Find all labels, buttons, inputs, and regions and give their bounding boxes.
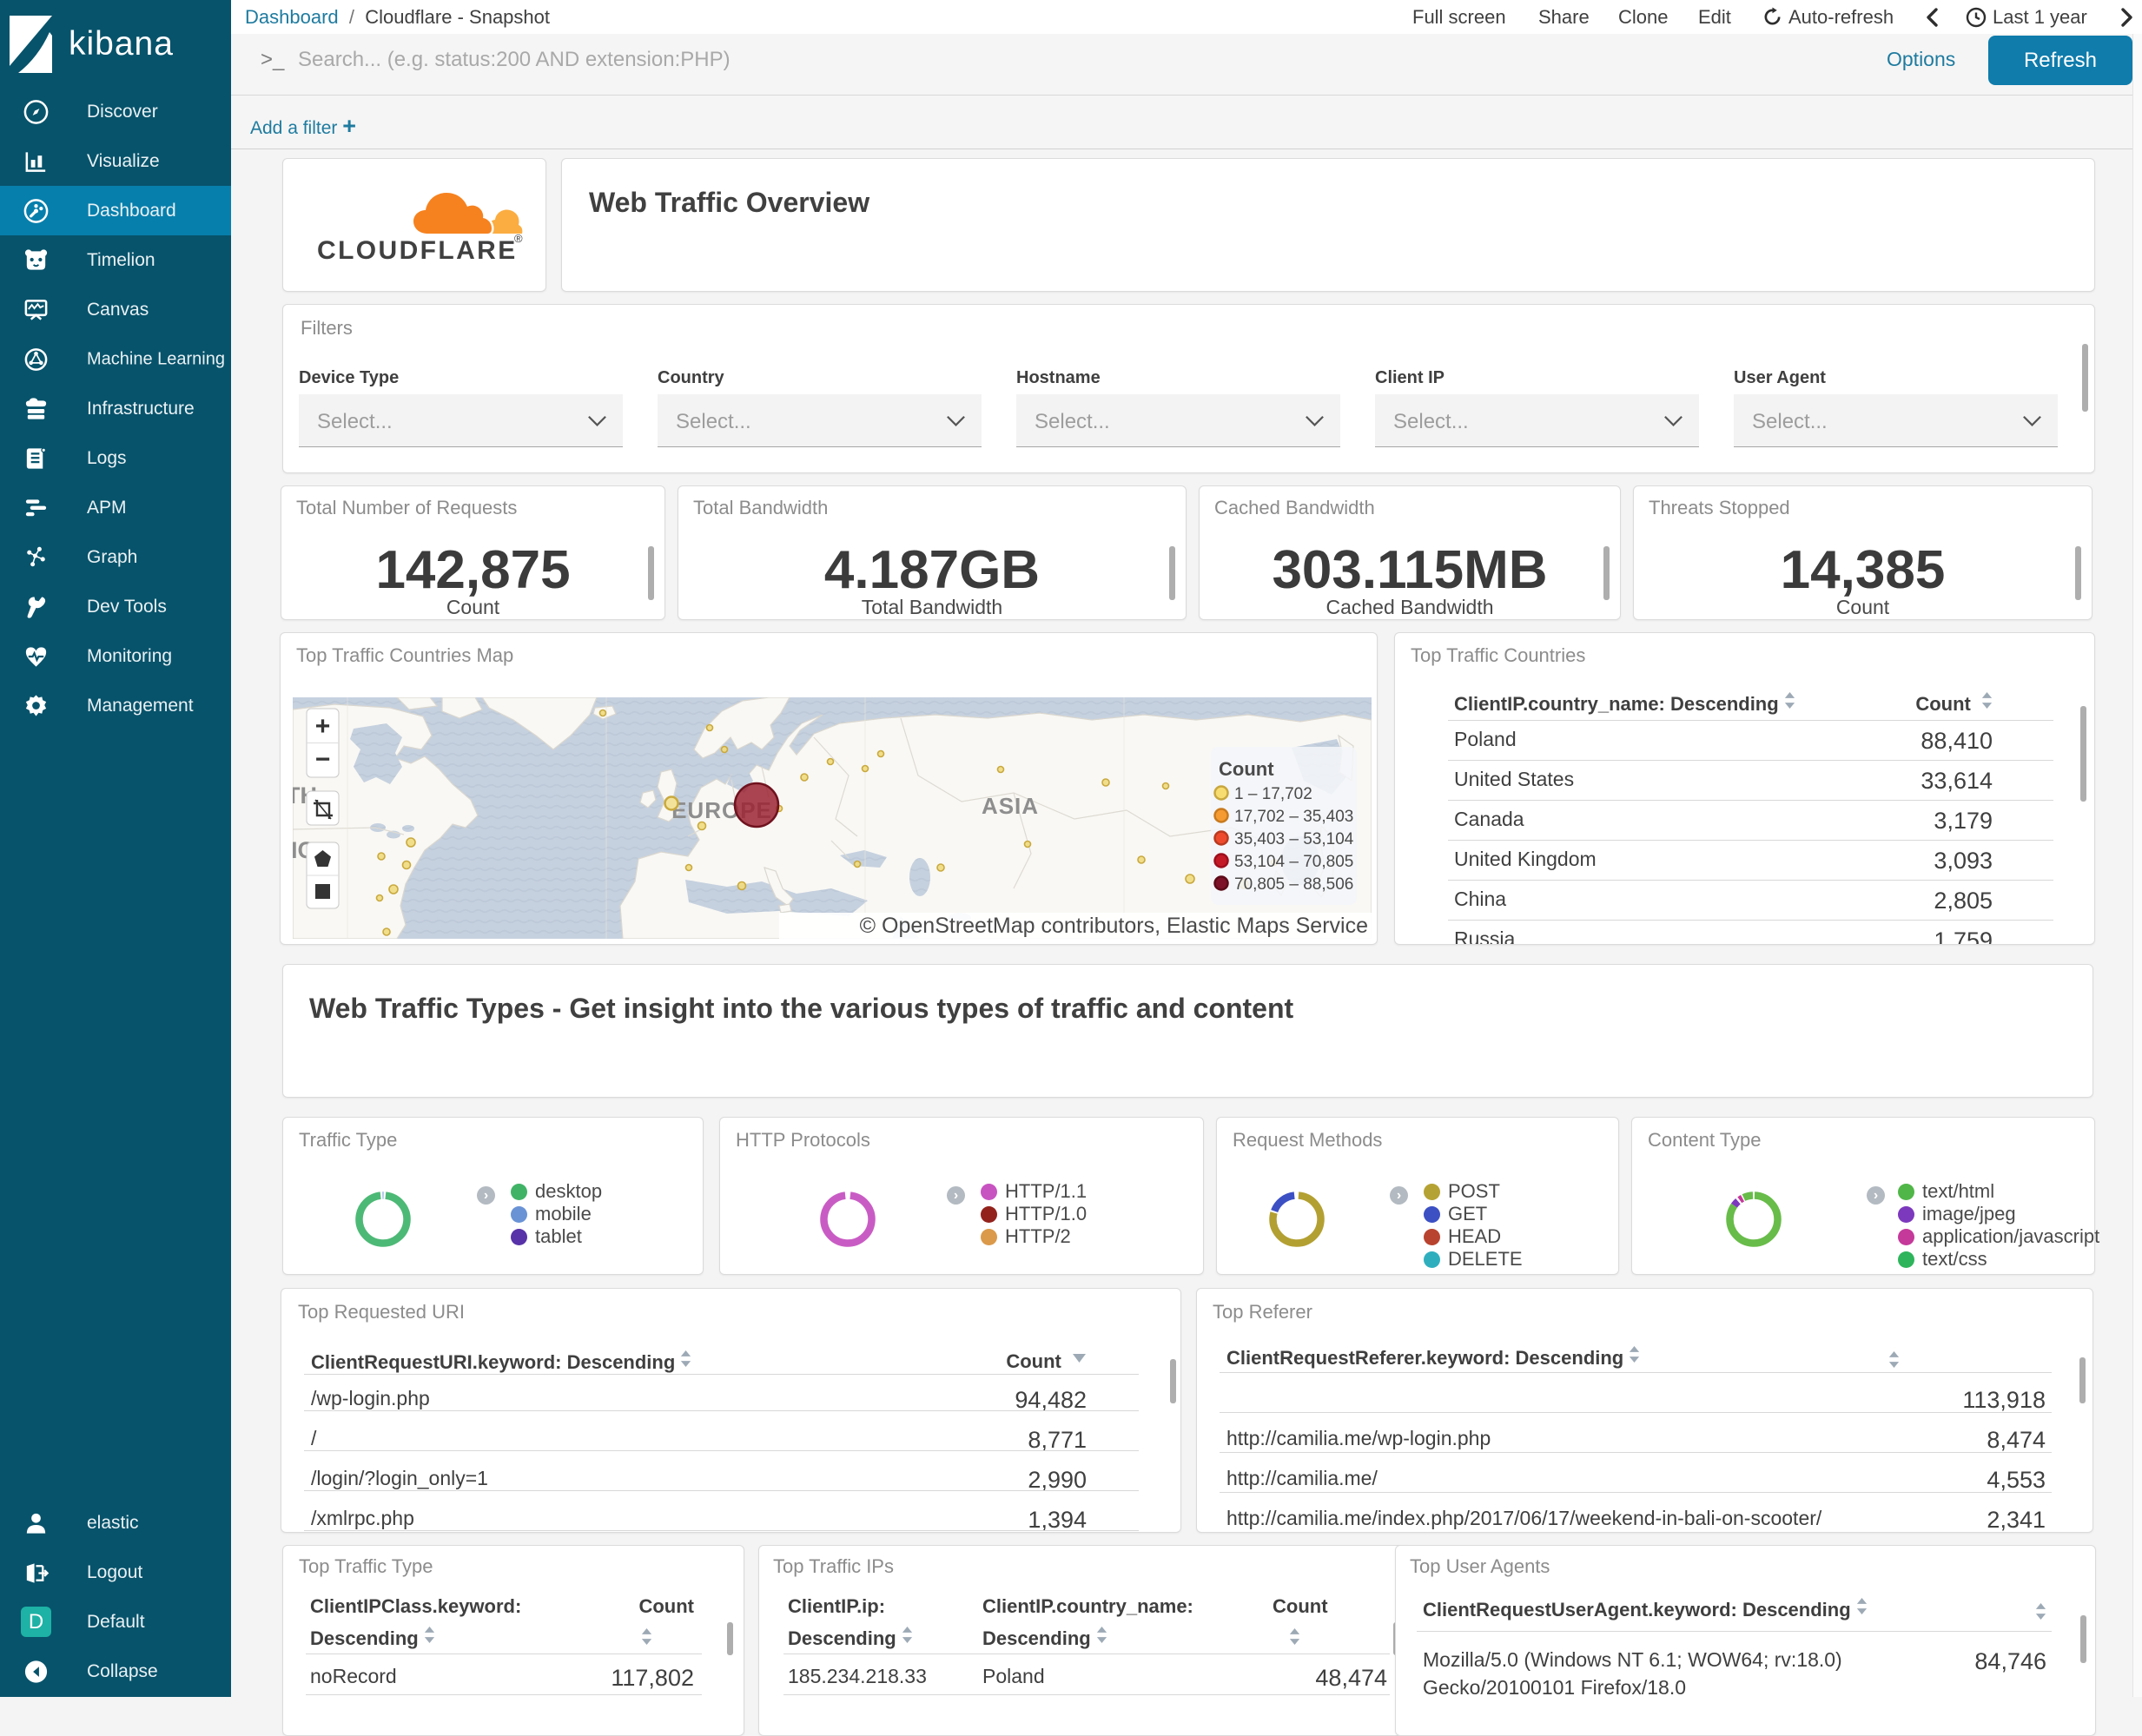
svg-text:Count: Count (1219, 758, 1274, 780)
svg-text:CLOUDFLARE: CLOUDFLARE (317, 236, 518, 265)
svg-text:−: − (315, 745, 331, 774)
svg-text:17,702 – 35,403: 17,702 – 35,403 (1234, 808, 1353, 826)
svg-text:+: + (315, 712, 331, 741)
svg-text:35,403 – 53,104: 35,403 – 53,104 (1234, 830, 1354, 848)
svg-text:®: ® (514, 232, 523, 245)
svg-text:ASIA: ASIA (982, 793, 1039, 819)
svg-text:1 – 17,702: 1 – 17,702 (1234, 785, 1312, 803)
svg-text:© OpenStreetMap contributors,: © OpenStreetMap contributors, Elastic Ma… (860, 914, 1368, 938)
svg-text:70,805 – 88,506: 70,805 – 88,506 (1234, 875, 1353, 894)
svg-text:53,104 – 70,805: 53,104 – 70,805 (1234, 853, 1353, 871)
